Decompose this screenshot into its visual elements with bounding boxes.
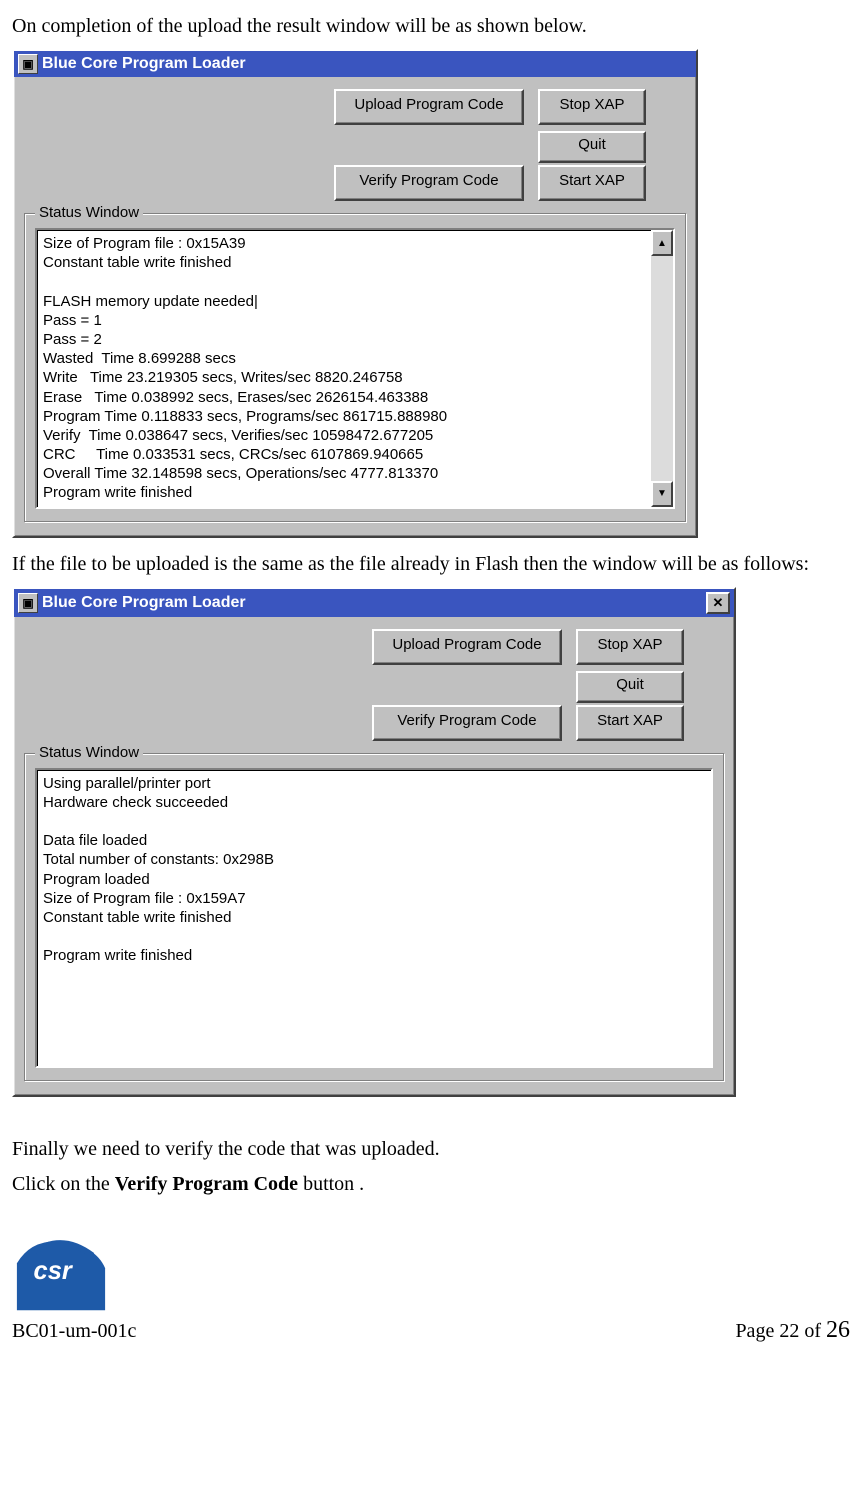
quit-row: Quit xyxy=(24,669,724,701)
scrollbar[interactable]: ▲ ▼ xyxy=(651,230,673,507)
doc-id: BC01-um-001c xyxy=(12,1320,136,1343)
status-groupbox: Status Window Size of Program file : 0x1… xyxy=(24,213,686,522)
quit-button[interactable]: Quit xyxy=(538,131,646,163)
verify-program-code-button[interactable]: Verify Program Code xyxy=(334,165,524,201)
titlebar[interactable]: ▣ Blue Core Program Loader xyxy=(14,51,696,77)
program-loader-window-1: ▣ Blue Core Program Loader Upload Progra… xyxy=(12,49,698,538)
button-row-1: Upload Program Code Stop XAP xyxy=(24,625,724,669)
paragraph-intro-1: On completion of the upload the result w… xyxy=(12,14,850,39)
upload-program-code-button[interactable]: Upload Program Code xyxy=(334,89,524,125)
page-label-pre: Page xyxy=(735,1320,779,1342)
window-title: Blue Core Program Loader xyxy=(42,55,692,73)
status-text: Using parallel/printer port Hardware che… xyxy=(37,770,711,1066)
system-menu-icon[interactable]: ▣ xyxy=(18,593,38,613)
start-xap-button[interactable]: Start XAP xyxy=(538,165,646,201)
status-pane: Using parallel/printer port Hardware che… xyxy=(35,768,713,1068)
verify-program-code-label: Verify Program Code xyxy=(115,1173,298,1195)
stop-xap-button[interactable]: Stop XAP xyxy=(576,629,684,665)
footer-line: BC01-um-001c Page 22 of 26 xyxy=(12,1317,850,1344)
scroll-track[interactable] xyxy=(651,256,673,481)
upload-program-code-button[interactable]: Upload Program Code xyxy=(372,629,562,665)
program-loader-window-2: ▣ Blue Core Program Loader ✕ Upload Prog… xyxy=(12,587,736,1097)
client-area: Upload Program Code Stop XAP Quit Verify… xyxy=(14,77,696,536)
csr-logo: csr xyxy=(12,1233,110,1313)
status-pane: Size of Program file : 0x15A39 Constant … xyxy=(35,228,675,509)
button-row-2: Verify Program Code Start XAP xyxy=(24,161,686,205)
stop-xap-button[interactable]: Stop XAP xyxy=(538,89,646,125)
status-groupbox: Status Window Using parallel/printer por… xyxy=(24,753,724,1081)
start-xap-button[interactable]: Start XAP xyxy=(576,705,684,741)
page-indicator: Page 22 of 26 xyxy=(735,1317,850,1344)
page-footer: csr BC01-um-001c Page 22 of 26 xyxy=(12,1233,850,1344)
close-icon[interactable]: ✕ xyxy=(706,592,730,614)
paragraph-intro-4: Click on the Verify Program Code button … xyxy=(12,1172,850,1197)
page-total: 26 xyxy=(826,1317,850,1343)
paragraph-intro-2: If the file to be uploaded is the same a… xyxy=(12,552,850,577)
button-row-2: Verify Program Code Start XAP xyxy=(24,701,724,745)
text-post: button . xyxy=(298,1173,364,1195)
paragraph-intro-3: Finally we need to verify the code that … xyxy=(12,1137,850,1162)
quit-button[interactable]: Quit xyxy=(576,671,684,703)
scroll-down-icon[interactable]: ▼ xyxy=(651,481,673,507)
scroll-up-icon[interactable]: ▲ xyxy=(651,230,673,256)
client-area: Upload Program Code Stop XAP Quit Verify… xyxy=(14,617,734,1095)
status-text: Size of Program file : 0x15A39 Constant … xyxy=(37,230,651,507)
titlebar[interactable]: ▣ Blue Core Program Loader ✕ xyxy=(14,589,734,617)
text-pre: Click on the xyxy=(12,1173,115,1195)
svg-text:csr: csr xyxy=(34,1257,74,1285)
status-window-label: Status Window xyxy=(35,744,143,761)
verify-program-code-button[interactable]: Verify Program Code xyxy=(372,705,562,741)
status-window-label: Status Window xyxy=(35,204,143,221)
page-label-mid: of xyxy=(799,1320,826,1342)
system-menu-icon[interactable]: ▣ xyxy=(18,54,38,74)
window-title: Blue Core Program Loader xyxy=(42,594,706,612)
quit-row: Quit xyxy=(24,129,686,161)
button-row-1: Upload Program Code Stop XAP xyxy=(24,85,686,129)
page-current: 22 xyxy=(779,1320,799,1342)
